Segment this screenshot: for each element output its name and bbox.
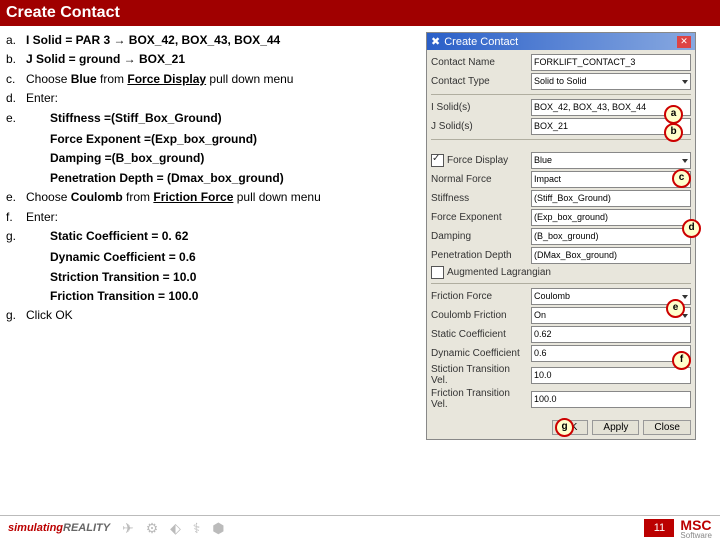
field-label: I Solid(s) — [431, 102, 527, 113]
step-sub: Dynamic Coefficient = 0.6 — [50, 249, 418, 266]
slide-footer: simulating REALITY ✈ ⚙ ⬖ ⚕ ⬢ 11 MSCSoftw… — [0, 515, 720, 540]
stiffness-input[interactable]: (Stiff_Box_Ground) — [531, 190, 691, 207]
step-label: g. — [6, 307, 26, 324]
force-exponent-input[interactable]: (Exp_box_ground) — [531, 209, 691, 226]
callout-d: d — [682, 219, 701, 238]
field-label: Contact Type — [431, 76, 527, 87]
step-text: J Solid = ground → BOX_21 — [26, 51, 418, 68]
step-text: Enter: — [26, 90, 418, 107]
step-sub: Static Coefficient = 0. 62 — [50, 228, 418, 245]
footer-reality: REALITY — [63, 522, 110, 534]
callout-c: c — [672, 169, 691, 188]
damping-input[interactable]: (B_box_ground) — [531, 228, 691, 245]
callout-a: a — [664, 105, 683, 124]
friction-vel-input[interactable]: 100.0 — [531, 391, 691, 408]
field-label: Static Coefficient — [431, 329, 527, 340]
field-label: Friction Force — [431, 291, 527, 302]
static-coef-input[interactable]: 0.62 — [531, 326, 691, 343]
field-label: Stiction Transition Vel. — [431, 364, 527, 386]
field-label: Normal Force — [431, 174, 527, 185]
dialog-title: Create Contact — [444, 36, 518, 48]
field-label: Coulomb Friction — [431, 310, 527, 321]
field-label: Force Exponent — [431, 212, 527, 223]
step-sub: Penetration Depth = (Dmax_box_ground) — [50, 170, 418, 187]
step-sub: Striction Transition = 10.0 — [50, 269, 418, 286]
steps-column: a.I Solid = PAR 3 → BOX_42, BOX_43, BOX_… — [6, 32, 418, 440]
step-label: c. — [6, 71, 26, 88]
apply-button[interactable]: Apply — [592, 420, 639, 435]
page-number: 11 — [644, 519, 674, 537]
field-label: Augmented Lagrangian — [431, 266, 551, 279]
step-label: a. — [6, 32, 26, 49]
field-label: Damping — [431, 231, 527, 242]
dialog-titlebar: ✖ Create Contact ✕ — [427, 33, 695, 50]
penetration-depth-input[interactable]: (DMax_Box_ground) — [531, 247, 691, 264]
step-label: b. — [6, 51, 26, 68]
step-sub: Damping =(B_box_ground) — [50, 150, 418, 167]
field-label: J Solid(s) — [431, 121, 527, 132]
aug-lagrangian-checkbox[interactable] — [431, 266, 444, 279]
step-label: f. — [6, 209, 26, 226]
field-label: Penetration Depth — [431, 250, 527, 261]
callout-f: f — [672, 351, 691, 370]
field-label: Contact Name — [431, 57, 527, 68]
step-label: e. — [6, 189, 26, 206]
step-label: e. — [6, 110, 26, 129]
step-text: Enter: — [26, 209, 418, 226]
create-contact-dialog: ✖ Create Contact ✕ Contact Name FORKLIFT_… — [426, 32, 696, 440]
step-text: Choose Blue from Force Display pull down… — [26, 71, 418, 88]
force-display-select[interactable]: Blue — [531, 152, 691, 169]
step-sub: Force Exponent =(Exp_box_ground) — [50, 131, 418, 148]
callout-g: g — [555, 418, 574, 437]
normal-force-select[interactable]: Impact — [531, 171, 691, 188]
force-display-checkbox[interactable] — [431, 154, 444, 167]
callout-b: b — [664, 123, 683, 142]
brand-logo: MSCSoftware — [680, 517, 712, 539]
step-text: Click OK — [26, 307, 418, 324]
step-text: I Solid = PAR 3 → BOX_42, BOX_43, BOX_44 — [26, 32, 418, 49]
step-label: g. — [6, 228, 26, 247]
field-label: Stiffness — [431, 193, 527, 204]
field-label: Friction Transition Vel. — [431, 388, 527, 410]
stiction-vel-input[interactable]: 10.0 — [531, 367, 691, 384]
slide-title: Create Contact — [0, 0, 720, 26]
close-button[interactable]: Close — [643, 420, 691, 435]
step-text: Choose Coulomb from Friction Force pull … — [26, 189, 418, 206]
contact-name-input[interactable]: FORKLIFT_CONTACT_3 — [531, 54, 691, 71]
dialog-icon: ✖ — [431, 35, 440, 48]
callout-e: e — [666, 299, 685, 318]
field-label: Force Display — [431, 154, 527, 167]
field-label: Dynamic Coefficient — [431, 348, 527, 359]
step-sub: Friction Transition = 100.0 — [50, 288, 418, 305]
dynamic-coef-input[interactable]: 0.6 — [531, 345, 691, 362]
contact-type-select[interactable]: Solid to Solid — [531, 73, 691, 90]
close-icon[interactable]: ✕ — [677, 36, 691, 48]
step-sub: Stiffness =(Stiff_Box_Ground) — [50, 110, 418, 127]
footer-simulating: simulating — [0, 522, 63, 534]
step-label: d. — [6, 90, 26, 107]
footer-glyphs-icon: ✈ ⚙ ⬖ ⚕ ⬢ — [122, 520, 228, 537]
